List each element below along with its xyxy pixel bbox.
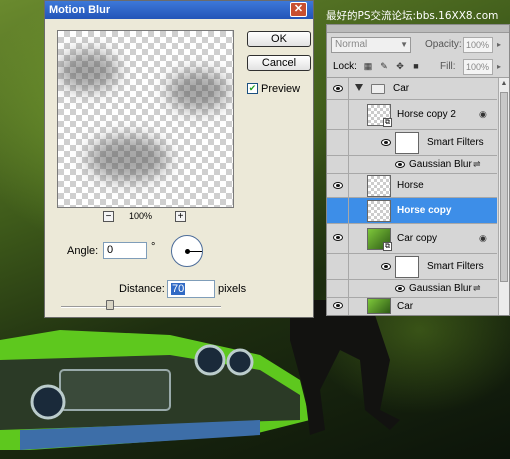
layer-row-horse-copy-2[interactable]: ⧉ Horse copy 2 ◉ <box>327 100 497 130</box>
eye-cell <box>327 100 349 129</box>
layer-name: Car <box>393 83 410 94</box>
zoom-level: 100% <box>129 211 153 221</box>
dial-center <box>185 249 190 254</box>
eye-icon[interactable] <box>395 161 405 168</box>
blend-mode-value: Normal <box>335 39 368 50</box>
fill-arrow-icon[interactable]: ▸ <box>497 62 501 71</box>
layer-row-gaussian-blur[interactable]: Gaussian Blur ⇌ <box>327 280 497 298</box>
layer-name: Car <box>397 301 414 312</box>
layers-panel: Normal ▼ Opacity: 100% ▸ Lock: ▦ ✎ ✥ ■ F… <box>326 24 510 316</box>
layer-row-smart-filters[interactable]: Smart Filters <box>327 130 497 156</box>
layer-list: Car ⧉ Horse copy 2 ◉ Smart Filters Gauss… <box>327 78 497 315</box>
close-button[interactable]: ✕ <box>290 2 307 17</box>
layer-row-car-group[interactable]: Car <box>327 78 497 100</box>
eye-icon[interactable] <box>395 285 405 292</box>
layer-row-car-copy[interactable]: ⧉ Car copy ◉ <box>327 224 497 254</box>
eye-cell <box>327 130 349 155</box>
zoom-in-button[interactable]: + <box>175 211 186 222</box>
opacity-input[interactable]: 100% <box>463 37 493 53</box>
layer-thumbnail <box>367 298 391 314</box>
filter-badge-icon: ◉ <box>479 233 487 243</box>
group-expand-icon[interactable] <box>355 84 363 91</box>
layer-row-smart-filters[interactable]: Smart Filters <box>327 254 497 280</box>
eye-cell <box>327 280 349 297</box>
fill-label: Fill: <box>440 61 456 72</box>
layer-name: Gaussian Blur <box>409 283 472 294</box>
eye-icon[interactable] <box>333 182 343 189</box>
layer-thumbnail <box>367 200 391 222</box>
zoom-controls: − 100% + <box>103 211 193 223</box>
lock-transparent-icon[interactable]: ▦ <box>363 61 373 71</box>
motion-blur-dialog: Motion Blur ✕ − 100% + OK Cancel ✔ Previ… <box>44 0 314 318</box>
scrollbar-thumb[interactable] <box>500 92 508 282</box>
eye-icon[interactable] <box>333 85 343 92</box>
layer-name: Horse copy 2 <box>397 109 456 120</box>
filter-options-icon[interactable]: ⇌ <box>473 283 481 294</box>
layer-name: Smart Filters <box>427 261 484 272</box>
eye-cell <box>327 298 349 315</box>
angle-input[interactable]: 0 <box>103 242 147 259</box>
angle-label: Angle: <box>67 245 99 257</box>
lock-all-icon[interactable]: ■ <box>411 61 421 71</box>
fill-input[interactable]: 100% <box>463 59 493 75</box>
filter-mask-thumbnail <box>395 256 419 278</box>
smart-object-icon: ⧉ <box>383 242 392 251</box>
panel-tabs[interactable] <box>327 25 509 33</box>
opacity-label: Opacity: <box>425 39 462 50</box>
eye-icon[interactable] <box>333 302 343 309</box>
distance-input[interactable]: 70 <box>167 280 215 298</box>
preview-checkbox[interactable]: ✔ <box>247 83 258 94</box>
lock-row: Lock: ▦ ✎ ✥ ■ Fill: 100% ▸ <box>327 56 509 78</box>
blend-row: Normal ▼ Opacity: 100% ▸ <box>327 34 509 56</box>
eye-cell <box>327 156 349 173</box>
chevron-down-icon: ▼ <box>400 40 408 49</box>
layer-name: Car copy <box>397 233 438 244</box>
ok-button[interactable]: OK <box>247 31 311 47</box>
layer-row-horse-copy[interactable]: Horse copy <box>327 198 497 224</box>
angle-dial[interactable] <box>171 235 203 267</box>
filter-options-icon[interactable]: ⇌ <box>473 159 481 170</box>
eye-icon[interactable] <box>381 263 391 270</box>
lock-paint-icon[interactable]: ✎ <box>379 61 389 71</box>
blend-mode-select[interactable]: Normal ▼ <box>331 37 411 53</box>
opacity-arrow-icon[interactable]: ▸ <box>497 40 501 49</box>
layer-row-gaussian-blur[interactable]: Gaussian Blur ⇌ <box>327 156 497 174</box>
eye-cell <box>327 254 349 279</box>
filter-mask-thumbnail <box>395 132 419 154</box>
lock-move-icon[interactable]: ✥ <box>395 61 405 71</box>
eye-cell <box>327 78 349 99</box>
distance-value: 70 <box>171 283 186 295</box>
smart-object-icon: ⧉ <box>383 118 392 127</box>
layer-name: Horse <box>397 180 424 191</box>
preview-label: Preview <box>261 83 301 95</box>
layer-row-car[interactable]: Car <box>327 298 497 315</box>
watermark-text: 最好的PS交流论坛:bbs.16XX8.com <box>326 10 499 22</box>
lock-label: Lock: <box>333 61 357 72</box>
degree-sign: ° <box>151 241 156 253</box>
distance-slider-thumb[interactable] <box>106 300 114 310</box>
eye-cell <box>327 224 349 253</box>
dialog-titlebar[interactable]: Motion Blur ✕ <box>45 1 313 19</box>
layer-name: Gaussian Blur <box>409 159 472 170</box>
horse-artwork <box>290 300 400 435</box>
eye-icon[interactable] <box>333 234 343 241</box>
zoom-out-button[interactable]: − <box>103 211 114 222</box>
folder-icon <box>371 84 385 94</box>
layer-thumbnail <box>367 175 391 197</box>
filter-badge-icon: ◉ <box>479 109 487 119</box>
preview-image[interactable] <box>57 30 234 208</box>
scroll-up-icon[interactable]: ▲ <box>499 78 509 89</box>
distance-slider-track[interactable] <box>61 306 221 308</box>
distance-label: Distance: <box>119 283 165 295</box>
eye-cell <box>327 174 349 197</box>
layer-name: Horse copy <box>397 205 452 216</box>
layers-scrollbar[interactable]: ▲ <box>498 78 509 315</box>
layer-name: Smart Filters <box>427 137 484 148</box>
cancel-button[interactable]: Cancel <box>247 55 311 71</box>
layer-row-horse[interactable]: Horse <box>327 174 497 198</box>
dialog-title: Motion Blur <box>49 4 111 16</box>
eye-cell <box>327 198 349 223</box>
eye-icon[interactable] <box>381 139 391 146</box>
distance-unit: pixels <box>218 283 247 295</box>
